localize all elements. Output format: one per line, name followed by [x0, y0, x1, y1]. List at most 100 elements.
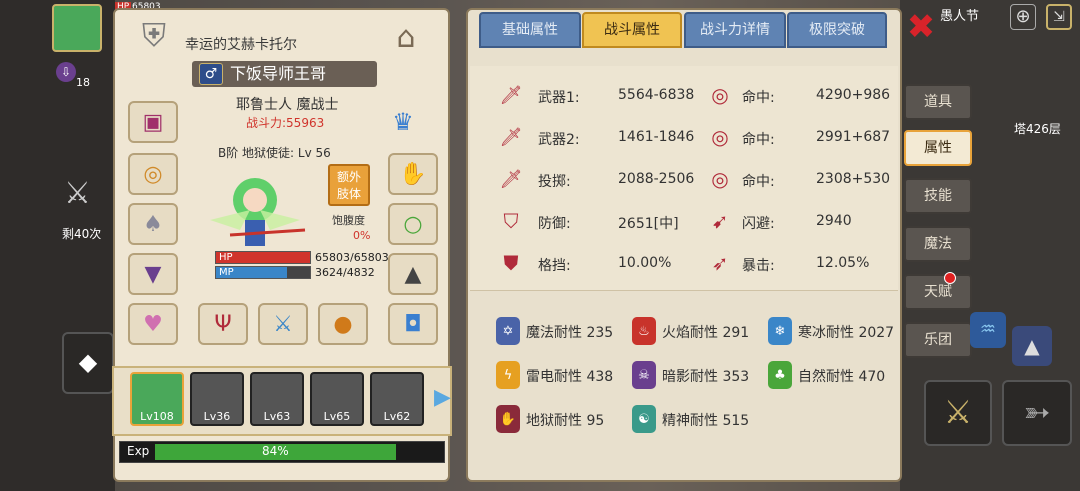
stat-hit1-value: 4290+986 [816, 87, 891, 103]
stat-defense-value: 2651[中] [618, 216, 679, 232]
throw-icon: 🗡 [499, 168, 523, 190]
side-tab-skills[interactable]: 技能 [904, 178, 972, 214]
sword-icon: 🗡 [499, 126, 523, 148]
close-icon[interactable]: ✖ [904, 10, 938, 46]
trident-icon: Ψ [214, 311, 232, 337]
weapon-quick-icon[interactable]: ⚔ [924, 380, 992, 446]
glove-icon: ✋ [399, 161, 427, 187]
weapon1-slot[interactable]: Ψ [198, 303, 248, 345]
stat-defense-label: 防御: [538, 216, 571, 232]
side-tab-attributes[interactable]: 属性 [904, 130, 972, 166]
party-level: Lv36 [203, 410, 231, 423]
res-ice: 寒冰耐性 2027 [798, 325, 895, 341]
bag-slot[interactable]: ◘ [388, 303, 438, 345]
bag-icon: ◘ [404, 311, 422, 337]
sword-icon: ⚔ [273, 311, 293, 337]
level-bubble: 18 [76, 76, 90, 89]
stat-block-value: 10.00% [618, 255, 672, 271]
tab-basic-stats[interactable]: 基础属性 [479, 12, 581, 48]
party-level: Lv65 [323, 410, 351, 423]
stat-hit1-label: 命中: [742, 90, 775, 106]
player-portrait[interactable] [52, 4, 102, 52]
hero-title: 幸运的艾赫卡托尔 [185, 37, 297, 53]
stat-block-label: 格挡: [538, 258, 571, 274]
blue-crown-icon[interactable]: ♛ [388, 108, 418, 138]
rank-down-icon[interactable]: ⇩ [56, 62, 76, 82]
hunger-value: 0% [353, 229, 371, 242]
hero-sprite [200, 170, 310, 250]
stat-hit2-value: 2991+687 [816, 129, 891, 145]
party-member-4[interactable]: Lv65 [310, 372, 364, 426]
tab-combat-stats[interactable]: 战斗属性 [582, 12, 682, 48]
party-member-2[interactable]: Lv36 [190, 372, 244, 426]
stat-hit2-label: 命中: [742, 132, 775, 148]
exp-percent: 84% [262, 444, 289, 458]
boots-slot[interactable]: ▲ [388, 253, 438, 295]
party-member-1[interactable]: Lv108 [130, 372, 184, 426]
stat-hit3-label: 命中: [742, 174, 775, 190]
shadow-resist-icon: ☠ [632, 361, 656, 389]
res-nature: 自然耐性 470 [798, 369, 886, 385]
remaining-count: 剩40次 [62, 227, 102, 241]
target-icon: ◎ [711, 125, 729, 149]
bunny-charm-icon: ♥ [143, 311, 163, 337]
stat-dodge-value: 2940 [816, 213, 852, 229]
ring-slot[interactable]: ○ [388, 203, 438, 245]
block-icon: ⛊ [503, 251, 519, 275]
water-skill-icon[interactable]: ♒ [970, 312, 1006, 348]
party-member-5[interactable]: Lv62 [370, 372, 424, 426]
throw-slot[interactable]: ● [318, 303, 368, 345]
hanger-icon[interactable]: ⌂ [388, 20, 424, 60]
side-tab-magic[interactable]: 魔法 [904, 226, 972, 262]
res-magic: 魔法耐性 235 [526, 325, 614, 341]
helmet-icon: ▣ [142, 109, 164, 135]
side-tab-items[interactable]: 道具 [904, 84, 972, 120]
tab-power-details[interactable]: 战斗力详情 [684, 12, 786, 48]
magic-resist-icon: ✡ [496, 317, 520, 345]
cloak-slot[interactable]: ♠ [128, 203, 178, 245]
res-hell: 地狱耐性 95 [526, 413, 605, 429]
side-tab-talent[interactable]: 天赋 [904, 274, 972, 310]
stat-hit3-value: 2308+530 [816, 171, 891, 187]
mp-bar-label: MP [219, 267, 234, 278]
notification-dot [944, 272, 956, 284]
charm-slot[interactable]: ♥ [128, 303, 178, 345]
guild-crest-icon[interactable]: ⛨ [126, 16, 182, 64]
hp-bar-value: 65803/65803 [315, 251, 389, 264]
boot-skill-icon[interactable]: ▲ [1012, 326, 1052, 366]
cloak-icon: ♠ [143, 211, 163, 237]
exit-icon[interactable]: ⇲ [1046, 4, 1072, 30]
bow-quick-icon[interactable]: ➳ [1002, 380, 1072, 446]
race-class: 耶鲁士人 魔战士 [236, 97, 339, 113]
thunder-resist-icon: ϟ [496, 361, 520, 389]
extra-limb-button[interactable]: 额外 肢体 [328, 164, 370, 206]
stat-weapon2-label: 武器2: [538, 132, 580, 148]
stat-crit-value: 12.05% [816, 255, 870, 271]
necklace-slot[interactable]: ◎ [128, 153, 178, 195]
ice-resist-icon: ❄ [768, 317, 792, 345]
weapon2-slot[interactable]: ⚔ [258, 303, 308, 345]
party-level: Lv63 [263, 410, 291, 423]
glove-slot[interactable]: ✋ [388, 153, 438, 195]
globe-icon[interactable]: ⊕ [1010, 4, 1036, 30]
male-icon: ♂ [199, 63, 223, 85]
pumpkin-staff-icon: ● [333, 311, 353, 337]
stat-weapon2-value: 1461-1846 [618, 129, 695, 145]
side-diamond-button[interactable]: ◆ [62, 332, 114, 394]
crossed-swords-icon[interactable]: ⚔ [64, 176, 91, 211]
res-shadow: 暗影耐性 353 [662, 369, 750, 385]
spirit-resist-icon: ☯ [632, 405, 656, 433]
stats-divider [470, 290, 898, 291]
party-level: Lv108 [140, 410, 174, 423]
helmet-slot[interactable]: ▣ [128, 101, 178, 143]
tab-limit-break[interactable]: 极限突破 [787, 12, 887, 48]
player-name: 愚人节 [940, 9, 980, 24]
side-tab-band[interactable]: 乐团 [904, 322, 972, 358]
armor-slot[interactable]: ▼ [128, 253, 178, 295]
party-member-3[interactable]: Lv63 [250, 372, 304, 426]
shield-icon: ⛉ [503, 209, 519, 233]
stat-crit-label: 暴击: [742, 258, 775, 274]
party-next-arrow-icon[interactable]: ▶ [434, 385, 451, 410]
res-fire: 火焰耐性 291 [662, 325, 750, 341]
fire-resist-icon: ♨ [632, 317, 656, 345]
